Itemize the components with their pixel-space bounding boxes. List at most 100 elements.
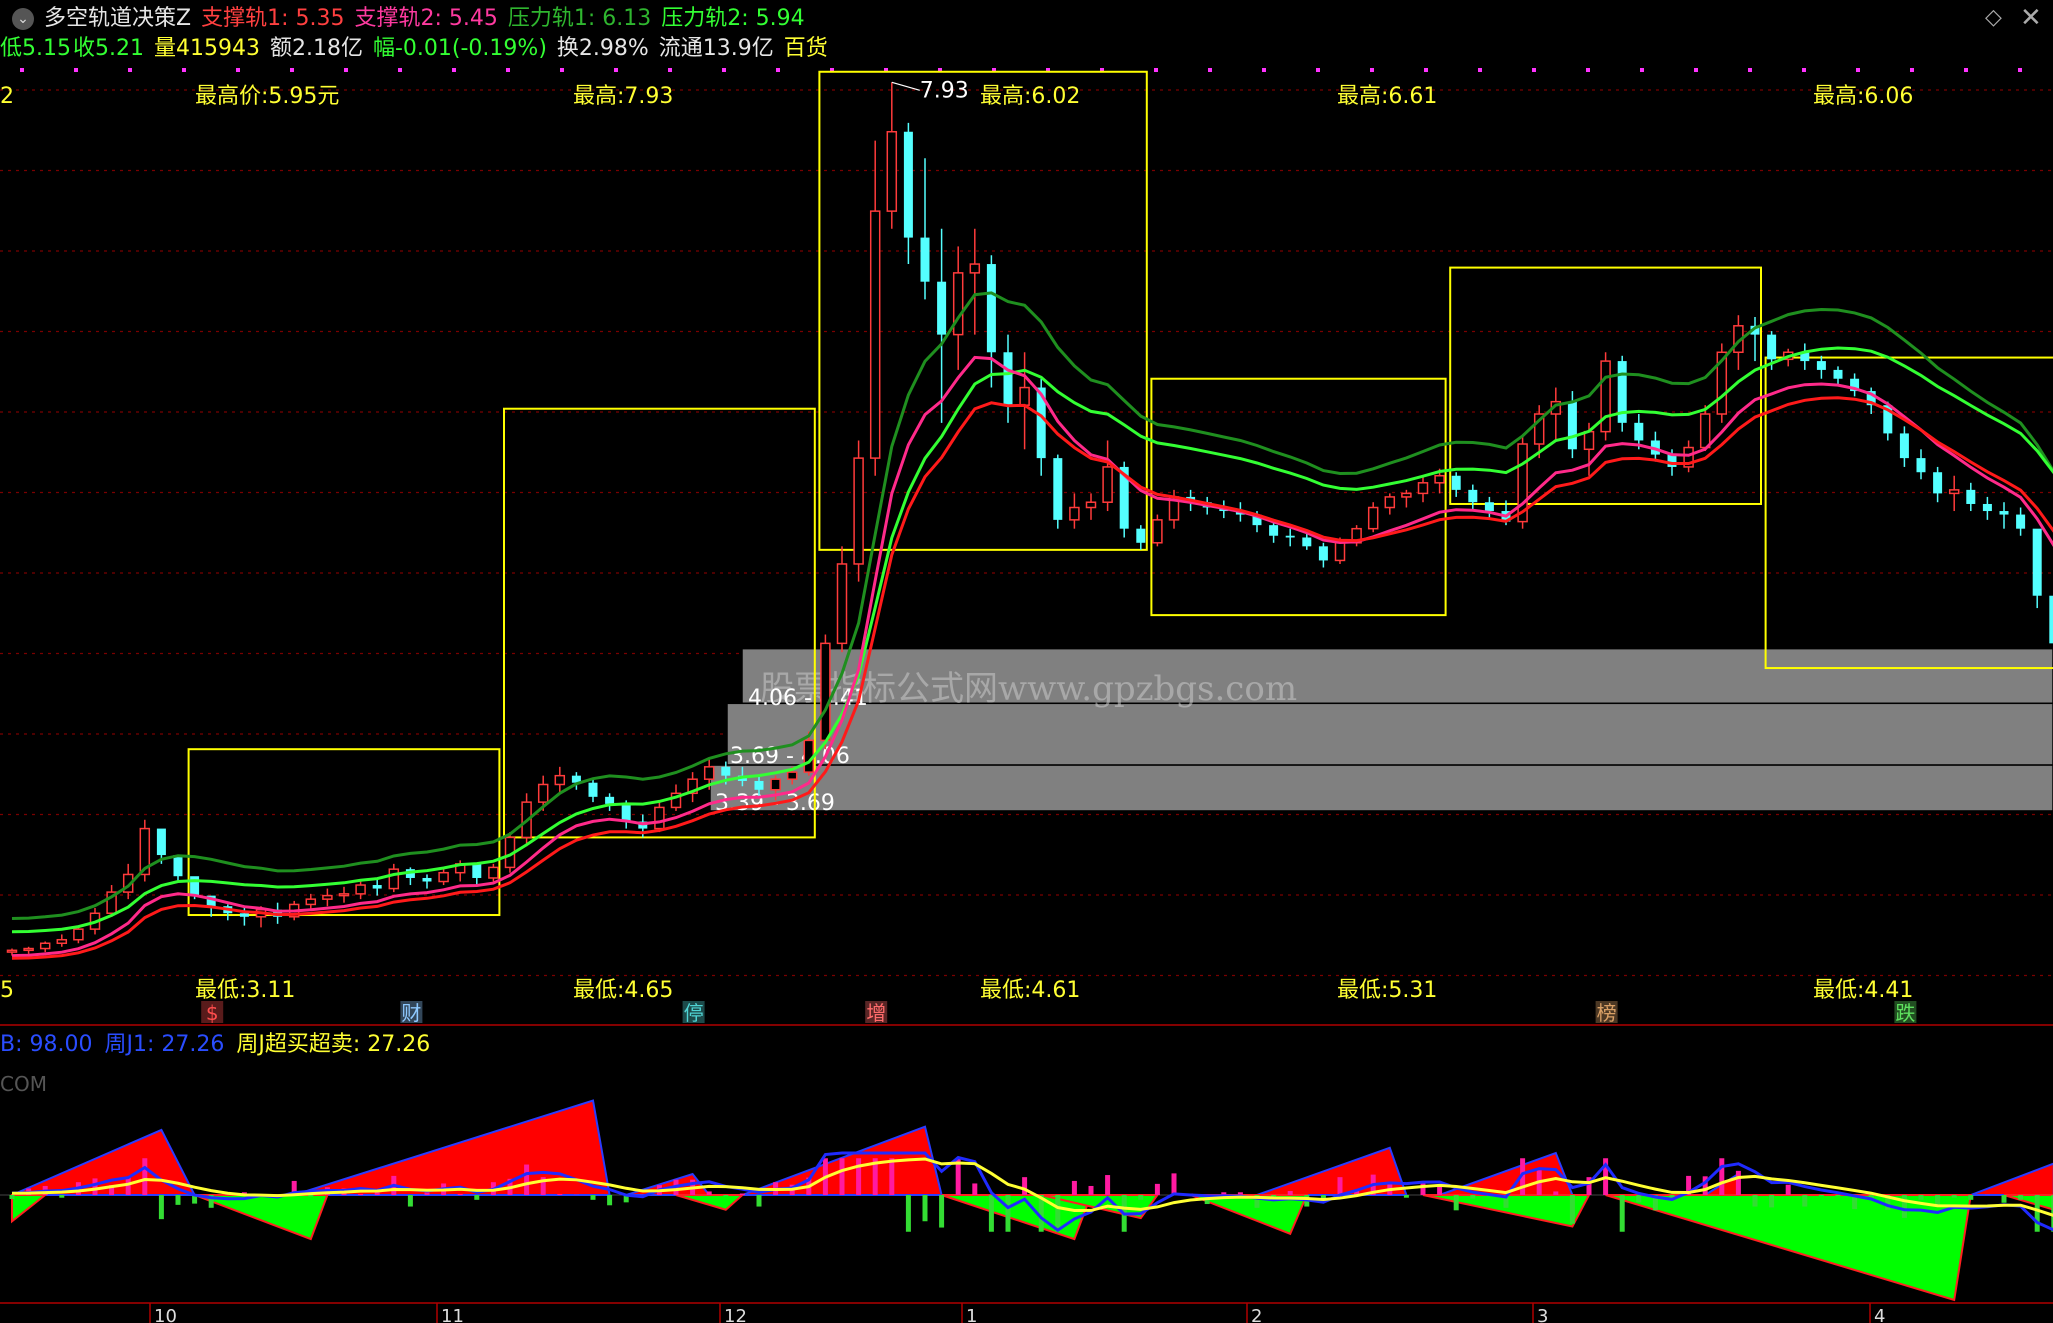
low-value: 低5.15: [0, 36, 71, 61]
candle-body-up: [1384, 496, 1396, 509]
marker-dot: [74, 68, 78, 72]
marker-dot: [128, 68, 132, 72]
candle-body-down: [903, 131, 913, 238]
close-icon[interactable]: ✕: [2020, 5, 2042, 31]
marker-dot: [1802, 68, 1806, 72]
candle-body-down: [2016, 514, 2026, 529]
candle-body-up: [488, 866, 499, 879]
candle-body-down: [605, 796, 615, 804]
osc-green-area: [675, 1194, 746, 1211]
osc-green-area: [194, 1194, 329, 1241]
candle-body-down: [1285, 535, 1295, 538]
month-label: 4: [1874, 1306, 1885, 1323]
diamond-icon[interactable]: ◇: [1985, 7, 2005, 29]
candle-body-down: [173, 855, 183, 877]
box-rect: [1764, 356, 2053, 670]
candle-body-up: [355, 884, 366, 895]
candle-body-down: [2049, 595, 2053, 644]
marker-dot: [1694, 68, 1698, 72]
marker-dot: [776, 68, 780, 72]
candle-body-down: [156, 828, 166, 856]
marker-dot: [1964, 68, 1968, 72]
j1-label: 周J1: 27.26: [104, 1032, 225, 1057]
indicator-header: ⌄ 多空轨道决策Z 支撑轨1: 5.35 支撑轨2: 5.45 压力轨1: 6.13 压力…: [12, 4, 815, 34]
low-label: 最低:4.61: [980, 978, 1080, 1003]
candle-body-down: [920, 237, 930, 282]
marker-dot: [2018, 68, 2022, 72]
candle-body-down: [1269, 525, 1279, 536]
candle-body-down: [239, 913, 249, 917]
pressure2-label: 压力轨2: 5.94: [661, 6, 805, 31]
candle-body-down: [1567, 401, 1577, 450]
marker-dot: [560, 68, 564, 72]
marker-dot: [722, 68, 726, 72]
candle-body-up: [1152, 519, 1163, 544]
candle-body-down: [1767, 334, 1777, 360]
osc-red-area: [1970, 1162, 2053, 1196]
candle-body-up: [1334, 542, 1346, 562]
candle-body-up: [1019, 386, 1030, 406]
marker-dot: [1532, 68, 1536, 72]
marker-dot: [1316, 68, 1320, 72]
candle-body-down: [1833, 369, 1843, 379]
candle-body-up: [820, 642, 831, 742]
low-label: 最低:3.11: [195, 978, 295, 1003]
marker-dot: [1262, 68, 1266, 72]
candle-body-up: [1102, 466, 1113, 503]
price-grid: [0, 89, 2053, 977]
osc-red-area: [1256, 1146, 1408, 1196]
marker-dot: [1856, 68, 1860, 72]
quote-header: 低5.15收5.21 量415943 额2.18亿 幅-0.01(-0.19%) 换2.…: [0, 34, 838, 64]
volume-value: 量415943: [154, 36, 260, 61]
candle-body-up: [786, 771, 798, 780]
zone-label: 3.69 - 4.06: [730, 744, 850, 769]
event-tag: 跌: [1895, 1001, 1915, 1025]
low-label: 最低:4.41: [1813, 978, 1913, 1003]
high-label: 最高:6.61: [1337, 84, 1437, 109]
month-label: 1: [966, 1306, 977, 1323]
box-rect: [818, 70, 1148, 551]
candle-body-up: [703, 766, 715, 780]
support2-label: 支撑轨2: 5.45: [354, 6, 498, 31]
marker-dot: [20, 68, 24, 72]
menu-chevron-icon[interactable]: ⌄: [12, 8, 34, 30]
float-value: 流通13.9亿: [658, 36, 774, 61]
candle-body-up: [23, 947, 34, 952]
candle-body-up: [73, 928, 84, 941]
osc-red-area: [11, 1128, 197, 1196]
event-tag: $: [206, 1001, 219, 1025]
marker-dot: [614, 68, 618, 72]
oscillator-header: B: 98.00 周J1: 27.26 周J超买超卖: 27.26: [0, 1030, 442, 1060]
candle-body-down: [1634, 422, 1644, 441]
candle-body-up: [537, 783, 549, 803]
zone-rect: [726, 702, 2053, 766]
stock-chart[interactable]: 股票指标公式网www.gpzbgs.com4.06 - 4.413.69 - 4…: [0, 0, 2053, 1323]
candle-body-up: [56, 938, 68, 945]
candle-body-down: [588, 782, 598, 797]
turnover-value: 换2.98%: [556, 36, 649, 61]
candle-body-down: [1966, 489, 1976, 504]
candle-body-down: [721, 766, 731, 776]
candle-body-down: [1136, 528, 1146, 543]
candle-body-down: [1468, 489, 1478, 503]
candle-body-up: [1948, 489, 1960, 495]
marker-dot: [1208, 68, 1212, 72]
candle-body-down: [1933, 472, 1943, 494]
candle-body-up: [438, 871, 449, 883]
peak-pointer: [891, 81, 920, 91]
candle-body-down: [1053, 458, 1063, 520]
candle-body-down: [1982, 503, 1992, 512]
amount-value: 额2.18亿: [269, 36, 363, 61]
candle-body-down: [2032, 528, 2042, 596]
high-label: 最高:7.93: [573, 84, 673, 109]
candle-body-up: [1367, 506, 1379, 530]
osc-green-area: [11, 1194, 49, 1224]
marker-dot: [344, 68, 348, 72]
month-label: 11: [441, 1306, 464, 1323]
marker-dot: [1748, 68, 1752, 72]
marker-dot: [452, 68, 456, 72]
candle-body-down: [1816, 361, 1826, 370]
b-label: B: 98.00: [0, 1032, 93, 1057]
candle-body-up: [1069, 506, 1080, 521]
candle-body-down: [754, 780, 764, 790]
